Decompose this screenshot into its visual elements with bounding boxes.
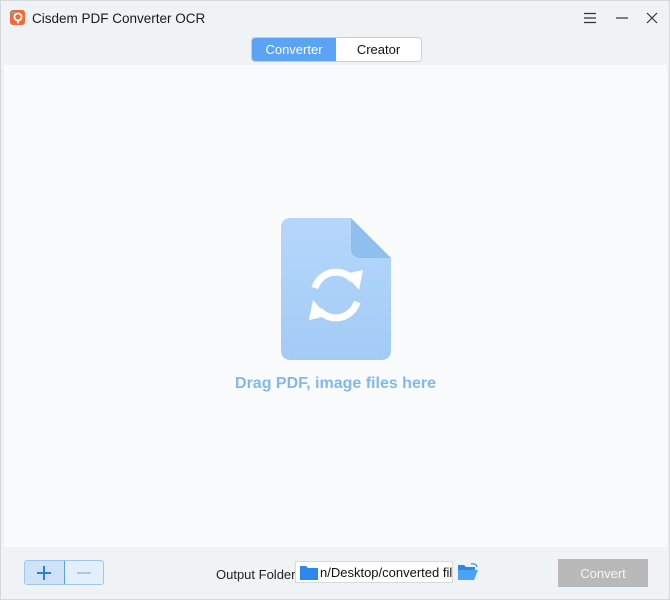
add-file-button[interactable] — [25, 561, 65, 584]
drop-zone[interactable]: Drag PDF, image files here — [4, 65, 667, 547]
close-button[interactable] — [641, 8, 663, 28]
tab-creator[interactable]: Creator — [336, 38, 421, 61]
output-folder-label: Output Folder — [216, 567, 296, 582]
file-convert-icon — [281, 218, 391, 360]
minimize-icon — [616, 17, 628, 19]
open-folder-icon[interactable] — [457, 563, 479, 581]
convert-button[interactable]: Convert — [558, 559, 648, 587]
add-remove-group — [24, 560, 104, 585]
mode-tabs: Converter Creator — [251, 37, 422, 62]
minimize-button[interactable] — [611, 8, 633, 28]
menu-icon — [584, 12, 596, 24]
close-icon — [646, 12, 658, 24]
folder-icon — [300, 565, 318, 580]
tab-converter[interactable]: Converter — [252, 38, 336, 61]
output-folder-path: n/Desktop/converted file — [320, 564, 453, 580]
output-folder-field[interactable]: n/Desktop/converted file — [295, 561, 453, 583]
title-bar: Cisdem PDF Converter OCR — [1, 1, 669, 35]
footer-bar: Output Folder n/Desktop/converted file C… — [1, 549, 669, 599]
drop-instruction: Drag PDF, image files here — [235, 375, 436, 392]
menu-button[interactable] — [579, 8, 601, 28]
app-window: Cisdem PDF Converter OCR Converter Creat… — [0, 0, 670, 600]
minus-icon — [76, 571, 91, 574]
remove-file-button[interactable] — [65, 561, 104, 584]
plus-icon — [37, 565, 52, 580]
cisdem-logo-icon — [10, 10, 25, 25]
app-title: Cisdem PDF Converter OCR — [32, 11, 206, 26]
